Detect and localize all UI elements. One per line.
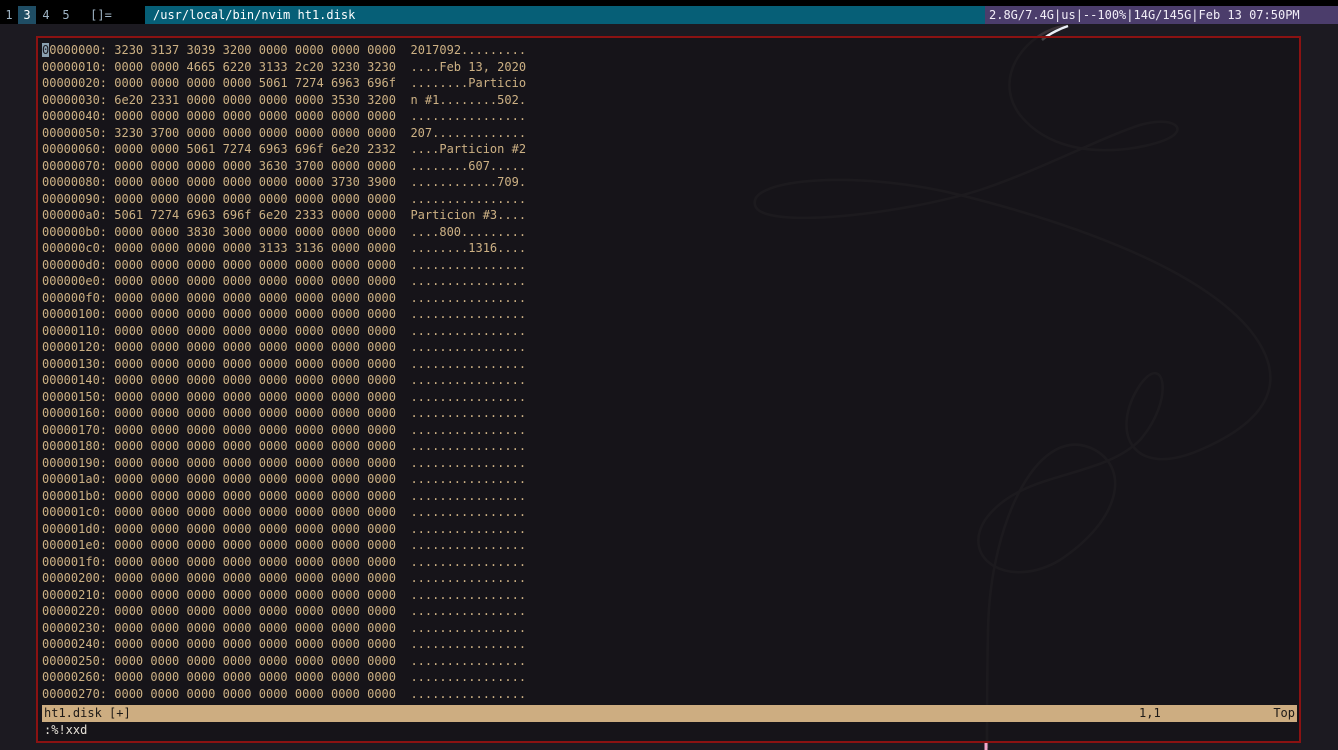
status-filename: ht1.disk [+] — [44, 706, 131, 720]
hexdump-line[interactable]: 000000b0: 0000 0000 3830 3000 0000 0000 … — [42, 224, 1297, 241]
hexdump-line-text: 0000000: 3230 3137 3039 3200 0000 0000 0… — [49, 43, 527, 57]
workspace-4[interactable]: 4 — [36, 6, 56, 24]
hexdump-line[interactable]: 000001a0: 0000 0000 0000 0000 0000 0000 … — [42, 471, 1297, 488]
hexdump-line[interactable]: 00000010: 0000 0000 4665 6220 3133 2c20 … — [42, 59, 1297, 76]
terminal-window[interactable]: 00000000: 3230 3137 3039 3200 0000 0000 … — [36, 36, 1301, 743]
hexdump-line[interactable]: 00000130: 0000 0000 0000 0000 0000 0000 … — [42, 356, 1297, 373]
hexdump-line[interactable]: 000001e0: 0000 0000 0000 0000 0000 0000 … — [42, 537, 1297, 554]
hexdump-line[interactable]: 00000190: 0000 0000 0000 0000 0000 0000 … — [42, 455, 1297, 472]
hexdump-line[interactable]: 000000d0: 0000 0000 0000 0000 0000 0000 … — [42, 257, 1297, 274]
hexdump-line[interactable]: 00000250: 0000 0000 0000 0000 0000 0000 … — [42, 653, 1297, 670]
hexdump-line[interactable]: 00000030: 6e20 2331 0000 0000 0000 0000 … — [42, 92, 1297, 109]
top-bar: 1 3 4 5 []= /usr/local/bin/nvim ht1.disk… — [0, 0, 1338, 24]
hexdump-line[interactable]: 000000a0: 5061 7274 6963 696f 6e20 2333 … — [42, 207, 1297, 224]
hexdump-line[interactable]: 00000240: 0000 0000 0000 0000 0000 0000 … — [42, 636, 1297, 653]
system-info: 2.8G/7.4G|us|--100%|14G/145G|Feb 13 07:5… — [985, 6, 1338, 24]
hexdump-line[interactable]: 000001d0: 0000 0000 0000 0000 0000 0000 … — [42, 521, 1297, 538]
hexdump-line[interactable]: 00000020: 0000 0000 0000 0000 5061 7274 … — [42, 75, 1297, 92]
hexdump-line[interactable]: 00000200: 0000 0000 0000 0000 0000 0000 … — [42, 570, 1297, 587]
hexdump-line[interactable]: 00000040: 0000 0000 0000 0000 0000 0000 … — [42, 108, 1297, 125]
hexdump-line[interactable]: 00000100: 0000 0000 0000 0000 0000 0000 … — [42, 306, 1297, 323]
hexdump-line[interactable]: 00000180: 0000 0000 0000 0000 0000 0000 … — [42, 438, 1297, 455]
hexdump-line[interactable]: 00000260: 0000 0000 0000 0000 0000 0000 … — [42, 669, 1297, 686]
hexdump-line[interactable]: 000000c0: 0000 0000 0000 0000 3133 3136 … — [42, 240, 1297, 257]
window-title: /usr/local/bin/nvim ht1.disk — [145, 6, 985, 24]
hexdump-line[interactable]: 00000060: 0000 0000 5061 7274 6963 696f … — [42, 141, 1297, 158]
command-line[interactable]: :%!xxd — [42, 722, 1299, 739]
scroll-position: Top — [1273, 706, 1295, 720]
hexdump-line[interactable]: 00000270: 0000 0000 0000 0000 0000 0000 … — [42, 686, 1297, 703]
layout-indicator[interactable]: []= — [80, 6, 122, 24]
hexdump-line[interactable]: 00000050: 3230 3700 0000 0000 0000 0000 … — [42, 125, 1297, 142]
hexdump-line[interactable]: 00000090: 0000 0000 0000 0000 0000 0000 … — [42, 191, 1297, 208]
hexdump-line[interactable]: 00000160: 0000 0000 0000 0000 0000 0000 … — [42, 405, 1297, 422]
hexdump-line[interactable]: 00000150: 0000 0000 0000 0000 0000 0000 … — [42, 389, 1297, 406]
hexdump-line[interactable]: 00000000: 3230 3137 3039 3200 0000 0000 … — [42, 42, 1297, 59]
workspace-3[interactable]: 3 — [18, 6, 36, 24]
workspace-1[interactable]: 1 — [0, 6, 18, 24]
status-line: ht1.disk [+] 1,1 Top — [42, 705, 1297, 722]
hexdump-line[interactable]: 000001c0: 0000 0000 0000 0000 0000 0000 … — [42, 504, 1297, 521]
hexdump-line[interactable]: 00000110: 0000 0000 0000 0000 0000 0000 … — [42, 323, 1297, 340]
hexdump-line[interactable]: 000000e0: 0000 0000 0000 0000 0000 0000 … — [42, 273, 1297, 290]
hexdump-line[interactable]: 00000220: 0000 0000 0000 0000 0000 0000 … — [42, 603, 1297, 620]
editor-buffer[interactable]: 00000000: 3230 3137 3039 3200 0000 0000 … — [42, 42, 1297, 704]
hexdump-line[interactable]: 00000210: 0000 0000 0000 0000 0000 0000 … — [42, 587, 1297, 604]
hexdump-line[interactable]: 000001b0: 0000 0000 0000 0000 0000 0000 … — [42, 488, 1297, 505]
hexdump-line[interactable]: 00000230: 0000 0000 0000 0000 0000 0000 … — [42, 620, 1297, 637]
hexdump-line[interactable]: 000001f0: 0000 0000 0000 0000 0000 0000 … — [42, 554, 1297, 571]
hexdump-line[interactable]: 000000f0: 0000 0000 0000 0000 0000 0000 … — [42, 290, 1297, 307]
hexdump-line[interactable]: 00000070: 0000 0000 0000 0000 3630 3700 … — [42, 158, 1297, 175]
hexdump-line[interactable]: 00000140: 0000 0000 0000 0000 0000 0000 … — [42, 372, 1297, 389]
hexdump-line[interactable]: 00000080: 0000 0000 0000 0000 0000 0000 … — [42, 174, 1297, 191]
hexdump-line[interactable]: 00000170: 0000 0000 0000 0000 0000 0000 … — [42, 422, 1297, 439]
hexdump-line[interactable]: 00000120: 0000 0000 0000 0000 0000 0000 … — [42, 339, 1297, 356]
workspace-5[interactable]: 5 — [56, 6, 76, 24]
cursor-position: 1,1 — [1139, 706, 1161, 720]
